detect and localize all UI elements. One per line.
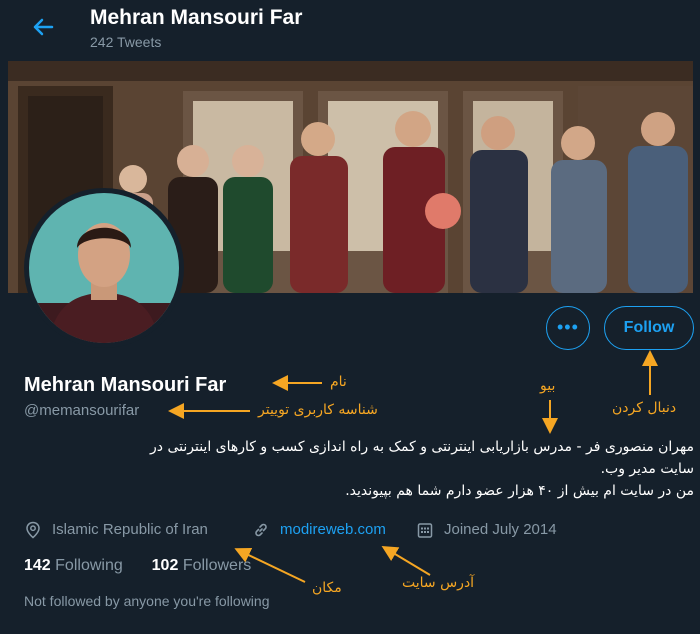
back-arrow-icon[interactable]: [28, 12, 58, 42]
profile-handle: @memansourifar: [24, 402, 140, 419]
not-followed-note: Not followed by anyone you're following: [24, 593, 270, 609]
following-count: 142: [24, 557, 51, 574]
bio-line: مهران منصوری فر - مدرس بازاریابی اینترنت…: [150, 439, 694, 455]
bio-line: سایت مدیر وب.: [600, 461, 694, 477]
followers-label: Followers: [182, 557, 252, 574]
annotation-location: مکان: [312, 580, 342, 596]
annotation-follow: دنبال کردن: [612, 400, 677, 416]
tweet-count: 242 Tweets: [90, 34, 162, 50]
website-link[interactable]: modireweb.com: [280, 521, 386, 538]
more-options-button[interactable]: •••: [546, 306, 590, 350]
bio-line: من در سایت ام بیش از ۴۰ هزار عضو دارم شم…: [345, 483, 694, 499]
calendar-icon: [417, 523, 433, 538]
following-label: Following: [55, 557, 123, 574]
joined-text: Joined July 2014: [444, 521, 557, 538]
follow-button[interactable]: Follow: [604, 306, 694, 350]
more-options-icon: •••: [557, 317, 579, 337]
profile-name: Mehran Mansouri Far: [24, 374, 227, 396]
link-icon: [255, 523, 267, 537]
avatar[interactable]: [24, 188, 184, 348]
avatar-image[interactable]: [29, 193, 179, 343]
annotation-bio: بیو: [540, 378, 556, 394]
header-name: Mehran Mansouri Far: [90, 6, 303, 29]
follow-stats: 142 Following 102 Followers: [24, 557, 251, 575]
annotation-name: نام: [330, 374, 347, 390]
following-link[interactable]: 142 Following: [24, 557, 123, 574]
profile-header: Mehran Mansouri Far 242 Tweets: [0, 0, 700, 58]
followers-link[interactable]: 102 Followers: [152, 557, 252, 574]
location-text: Islamic Republic of Iran: [52, 521, 208, 538]
annotation-username: شناسه کاربری توییتر: [258, 402, 378, 418]
followers-count: 102: [151, 557, 179, 574]
location-pin-icon: [26, 521, 40, 539]
annotation-website: آدرس سایت: [402, 575, 475, 591]
profile-bio: مهران منصوری فر - مدرس بازاریابی اینترنت…: [24, 436, 694, 502]
